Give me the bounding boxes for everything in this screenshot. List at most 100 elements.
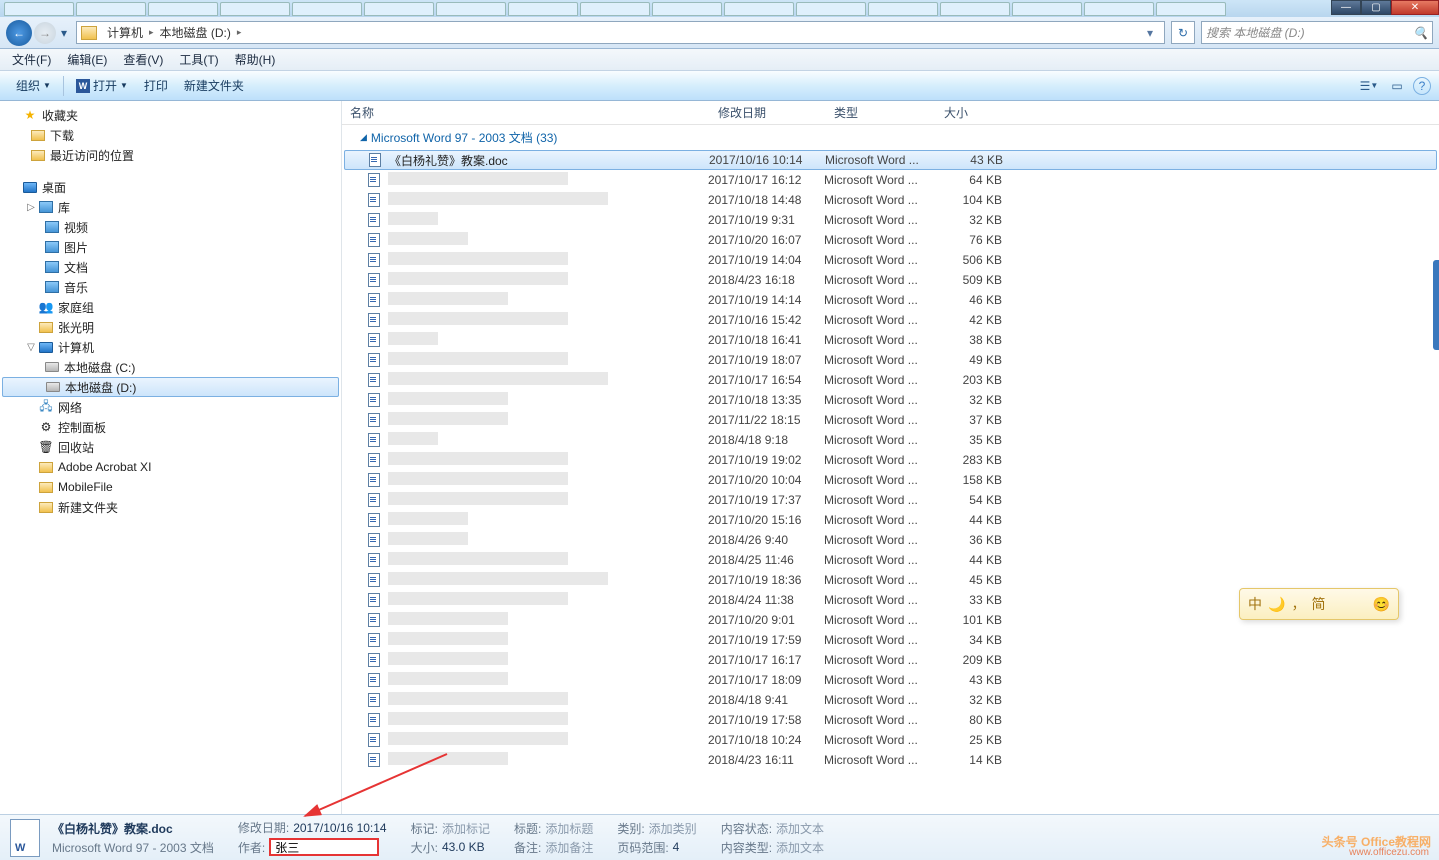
breadcrumb-sep-icon[interactable]: ▸ (235, 27, 244, 38)
file-row[interactable]: 2017/10/17 18:09Microsoft Word ...43 KB (342, 670, 1439, 690)
refresh-button[interactable]: ↻ (1171, 21, 1195, 44)
browser-tab[interactable] (724, 2, 794, 16)
browser-tab[interactable] (652, 2, 722, 16)
ime-moon-icon[interactable]: 🌙 (1268, 596, 1285, 613)
group-header[interactable]: ◢ Microsoft Word 97 - 2003 文档 (33) (342, 125, 1439, 150)
breadcrumb-sep-icon[interactable]: ▸ (147, 27, 156, 38)
help-button[interactable]: ? (1413, 77, 1431, 95)
tree-documents[interactable]: 文档 (0, 257, 341, 277)
file-row[interactable]: 2017/10/16 15:42Microsoft Word ...42 KB (342, 310, 1439, 330)
details-author-input[interactable] (269, 838, 379, 856)
tree-favorites[interactable]: ★收藏夹 (0, 105, 341, 125)
toolbar-print[interactable]: 打印 (136, 74, 176, 97)
ime-face-icon[interactable]: 😊 (1373, 596, 1390, 613)
search-box[interactable]: 搜索 本地磁盘 (D:) 🔍 (1201, 21, 1433, 44)
file-row[interactable]: 2017/10/20 10:04Microsoft Word ...158 KB (342, 470, 1439, 490)
expand-icon[interactable]: ▷ (24, 202, 38, 213)
file-row[interactable]: 2017/10/17 16:17Microsoft Word ...209 KB (342, 650, 1439, 670)
minimize-button[interactable]: — (1331, 0, 1361, 15)
browser-tab[interactable] (4, 2, 74, 16)
file-row[interactable]: 2017/10/19 17:59Microsoft Word ...34 KB (342, 630, 1439, 650)
browser-tab[interactable] (868, 2, 938, 16)
file-row[interactable]: 2018/4/18 9:18Microsoft Word ...35 KB (342, 430, 1439, 450)
maximize-button[interactable]: ▢ (1361, 0, 1391, 15)
breadcrumb-drive[interactable]: 本地磁盘 (D:) (156, 24, 235, 41)
file-row[interactable]: 2017/10/19 18:36Microsoft Word ...45 KB (342, 570, 1439, 590)
details-notes-value[interactable]: 添加备注 (545, 839, 593, 856)
collapse-icon[interactable]: ▽ (24, 342, 38, 353)
file-row[interactable]: 2017/10/17 16:12Microsoft Word ...64 KB (342, 170, 1439, 190)
details-title-value[interactable]: 添加标题 (545, 820, 593, 837)
tree-videos[interactable]: 视频 (0, 217, 341, 237)
file-row[interactable]: 2017/10/20 16:07Microsoft Word ...76 KB (342, 230, 1439, 250)
column-date[interactable]: 修改日期 (710, 104, 826, 121)
ime-toolbar[interactable]: 中 🌙 ， 简 😊 (1239, 588, 1399, 620)
browser-tab[interactable] (148, 2, 218, 16)
browser-tab[interactable] (1012, 2, 1082, 16)
view-mode-button[interactable]: ☰▼ (1357, 75, 1381, 97)
details-ctype-value[interactable]: 添加文本 (776, 839, 824, 856)
browser-tab[interactable] (580, 2, 650, 16)
browser-tab[interactable] (292, 2, 362, 16)
tree-libraries[interactable]: ▷库 (0, 197, 341, 217)
preview-pane-button[interactable]: ▭ (1385, 75, 1409, 97)
tree-desktop[interactable]: 桌面 (0, 177, 341, 197)
column-type[interactable]: 类型 (826, 104, 936, 121)
browser-tab[interactable] (364, 2, 434, 16)
file-row[interactable]: 2018/4/25 11:46Microsoft Word ...44 KB (342, 550, 1439, 570)
tree-pictures[interactable]: 图片 (0, 237, 341, 257)
column-size[interactable]: 大小 (936, 104, 1012, 121)
file-row[interactable]: 2017/10/19 9:31Microsoft Word ...32 KB (342, 210, 1439, 230)
file-row[interactable]: 2017/10/19 14:04Microsoft Word ...506 KB (342, 250, 1439, 270)
file-row[interactable]: 2017/11/22 18:15Microsoft Word ...37 KB (342, 410, 1439, 430)
details-tags-value[interactable]: 添加标记 (442, 820, 490, 837)
nav-forward-button[interactable]: → (34, 22, 56, 44)
tree-control-panel[interactable]: ⚙控制面板 (0, 417, 341, 437)
ime-mode[interactable]: 简 (1311, 594, 1325, 614)
file-row[interactable]: 2017/10/19 14:14Microsoft Word ...46 KB (342, 290, 1439, 310)
tree-homegroup[interactable]: 👥家庭组 (0, 297, 341, 317)
tree-recycle-bin[interactable]: 🗑回收站 (0, 437, 341, 457)
menu-file[interactable]: 文件(F) (4, 49, 59, 70)
browser-tab[interactable] (1084, 2, 1154, 16)
file-row[interactable]: 2018/4/26 9:40Microsoft Word ...36 KB (342, 530, 1439, 550)
browser-tab[interactable] (1156, 2, 1226, 16)
browser-tab[interactable] (436, 2, 506, 16)
file-row[interactable]: 2018/4/23 16:11Microsoft Word ...14 KB (342, 750, 1439, 770)
tree-user[interactable]: 张光明 (0, 317, 341, 337)
file-row[interactable]: 2017/10/19 17:58Microsoft Word ...80 KB (342, 710, 1439, 730)
ime-lang[interactable]: 中 (1248, 594, 1262, 614)
menu-view[interactable]: 查看(V) (115, 49, 171, 70)
close-button[interactable]: ✕ (1391, 0, 1439, 15)
details-status-value[interactable]: 添加文本 (776, 820, 824, 837)
search-icon[interactable]: 🔍 (1413, 26, 1428, 40)
menu-edit[interactable]: 编辑(E) (59, 49, 115, 70)
tree-computer[interactable]: ▽计算机 (0, 337, 341, 357)
tree-recent[interactable]: 最近访问的位置 (0, 145, 341, 165)
file-row[interactable]: 2017/10/19 19:02Microsoft Word ...283 KB (342, 450, 1439, 470)
ime-punct[interactable]: ， (1291, 594, 1305, 614)
tree-music[interactable]: 音乐 (0, 277, 341, 297)
file-row[interactable]: 2017/10/20 15:16Microsoft Word ...44 KB (342, 510, 1439, 530)
nav-history-dropdown[interactable]: ▾ (58, 20, 70, 46)
address-box[interactable]: 计算机 ▸ 本地磁盘 (D:) ▸ ▾ (76, 21, 1165, 44)
file-row[interactable]: 2018/4/23 16:18Microsoft Word ...509 KB (342, 270, 1439, 290)
tree-drive-c[interactable]: 本地磁盘 (C:) (0, 357, 341, 377)
browser-tab[interactable] (796, 2, 866, 16)
file-row[interactable]: 2017/10/18 14:48Microsoft Word ...104 KB (342, 190, 1439, 210)
file-row[interactable]: 2017/10/17 16:54Microsoft Word ...203 KB (342, 370, 1439, 390)
right-edge-grip[interactable] (1433, 260, 1439, 350)
browser-tab[interactable] (220, 2, 290, 16)
browser-tab[interactable] (508, 2, 578, 16)
browser-tab[interactable] (940, 2, 1010, 16)
file-row[interactable]: 2017/10/19 18:07Microsoft Word ...49 KB (342, 350, 1439, 370)
nav-back-button[interactable]: ← (6, 20, 32, 46)
toolbar-open[interactable]: W打开▼ (68, 74, 136, 97)
details-category-value[interactable]: 添加类别 (649, 820, 697, 837)
file-row[interactable]: 《白杨礼赞》教案.doc2017/10/16 10:14Microsoft Wo… (344, 150, 1437, 170)
tree-drive-d[interactable]: 本地磁盘 (D:) (2, 377, 339, 397)
breadcrumb-computer[interactable]: 计算机 (103, 24, 147, 41)
file-row[interactable]: 2017/10/18 16:41Microsoft Word ...38 KB (342, 330, 1439, 350)
column-name[interactable]: 名称 (342, 104, 710, 121)
toolbar-organize[interactable]: 组织▼ (8, 74, 59, 97)
